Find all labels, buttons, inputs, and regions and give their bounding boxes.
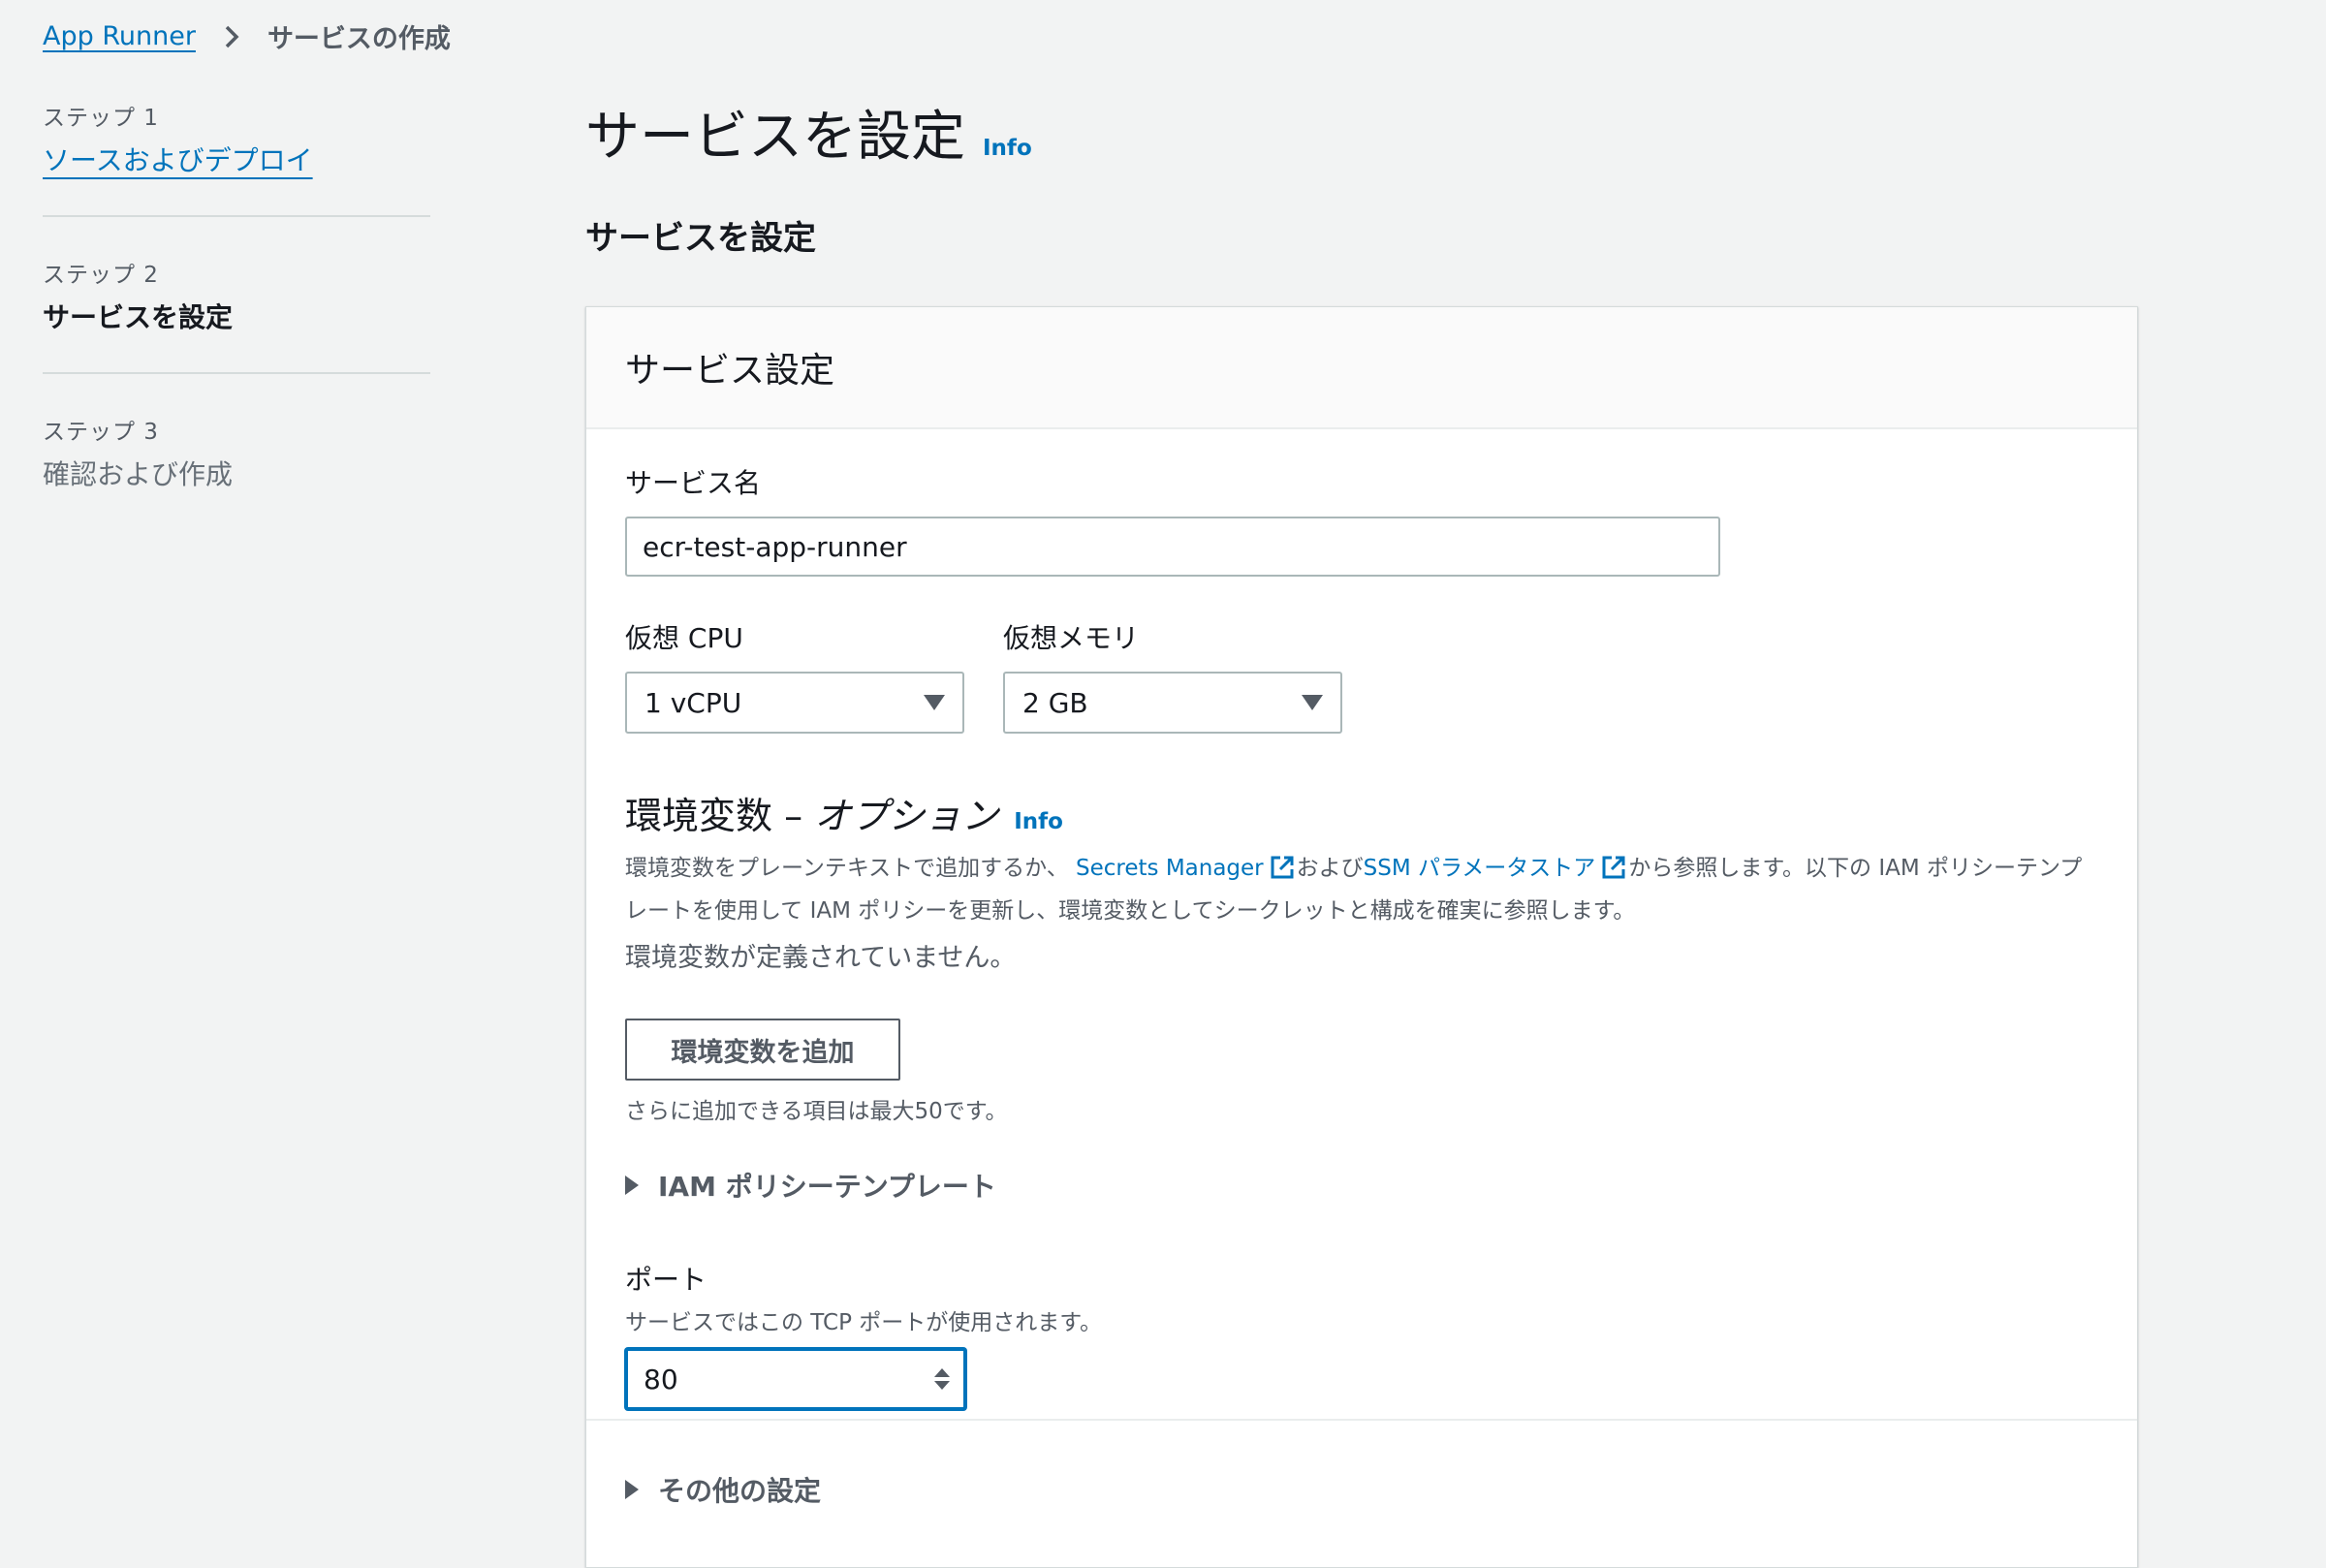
env-vars-limit-hint: さらに追加できる項目は最大50です。 bbox=[625, 1099, 1008, 1124]
env-vars-empty-text: 環境変数が定義されていません。 bbox=[625, 943, 1017, 973]
other-settings-expander[interactable]: その他の設定 bbox=[625, 1470, 821, 1509]
env-desc-text: 環境変数をプレーンテキストで追加するか、 bbox=[625, 856, 1069, 881]
spinner-down-icon[interactable] bbox=[934, 1381, 950, 1390]
iam-policy-template-label: IAM ポリシーテンプレート bbox=[658, 1171, 996, 1203]
step-3-disabled: 確認および作成 bbox=[43, 458, 234, 490]
cpu-select[interactable]: 1 vCPU bbox=[625, 672, 964, 734]
breadcrumb-current: サービスの作成 bbox=[267, 24, 451, 54]
service-name-input[interactable]: ecr-test-app-runner bbox=[625, 517, 1720, 577]
resource-row: 仮想 CPU 1 vCPU 仮想メモリ 2 GB bbox=[625, 617, 2098, 734]
panel-divider bbox=[586, 1419, 2137, 1421]
service-name-label: サービス名 bbox=[625, 467, 762, 499]
step-divider bbox=[43, 372, 430, 374]
wizard-step-3: ステップ 3 確認および作成 bbox=[43, 407, 430, 492]
step-label: ステップ 3 bbox=[43, 420, 159, 445]
wizard-step-1: ステップ 1 ソースおよびデプロイ bbox=[43, 93, 430, 178]
add-env-var-button[interactable]: 環境変数を追加 bbox=[625, 1019, 900, 1081]
page-title-text: サービスを設定 bbox=[585, 106, 965, 169]
env-desc-text: および bbox=[1296, 856, 1364, 881]
env-vars-title: 環境変数 bbox=[625, 795, 773, 837]
breadcrumb: App Runner サービスの作成 bbox=[43, 17, 451, 55]
wizard-step-2: ステップ 2 サービスを設定 bbox=[43, 250, 430, 335]
section-title: サービスを設定 bbox=[585, 219, 816, 258]
other-settings-label: その他の設定 bbox=[658, 1475, 822, 1507]
memory-select[interactable]: 2 GB bbox=[1003, 672, 1342, 734]
step-divider bbox=[43, 215, 430, 217]
iam-policy-template-expander[interactable]: IAM ポリシーテンプレート bbox=[625, 1166, 2098, 1205]
memory-label: 仮想メモリ bbox=[1003, 622, 1140, 654]
step-label: ステップ 2 bbox=[43, 263, 159, 288]
memory-field: 仮想メモリ 2 GB bbox=[1003, 617, 1342, 734]
external-link-icon bbox=[1271, 856, 1294, 879]
cpu-select-value: 1 vCPU bbox=[644, 686, 742, 719]
number-spinner[interactable] bbox=[934, 1368, 950, 1390]
step-2-current: サービスを設定 bbox=[43, 301, 234, 333]
service-settings-panel: サービス設定 サービス名 ecr-test-app-runner 仮想 CPU … bbox=[585, 306, 2138, 1568]
port-input-value: 80 bbox=[644, 1363, 678, 1396]
port-input[interactable]: 80 bbox=[625, 1348, 966, 1410]
spinner-up-icon[interactable] bbox=[934, 1368, 950, 1377]
memory-select-value: 2 GB bbox=[1022, 686, 1088, 719]
cpu-label: 仮想 CPU bbox=[625, 622, 743, 654]
cpu-field: 仮想 CPU 1 vCPU bbox=[625, 617, 964, 734]
secrets-manager-link[interactable]: Secrets Manager bbox=[1076, 856, 1264, 881]
caret-down-icon bbox=[924, 695, 945, 710]
env-vars-description: 環境変数をプレーンテキストで追加するか、 Secrets Manager およびS… bbox=[625, 847, 2098, 932]
ssm-parameter-store-link[interactable]: SSM パラメータストア bbox=[1364, 856, 1596, 881]
page-title: サービスを設定 Info bbox=[585, 93, 1032, 172]
env-vars-optional: オプション bbox=[814, 795, 999, 837]
env-vars-dash: – bbox=[772, 795, 815, 837]
panel-body: サービス名 ecr-test-app-runner 仮想 CPU 1 vCPU … bbox=[586, 429, 2137, 1410]
port-description: サービスではこの TCP ポートが使用されます。 bbox=[625, 1310, 1102, 1335]
caret-right-icon bbox=[625, 1176, 639, 1195]
caret-down-icon bbox=[1302, 695, 1323, 710]
port-label: ポート bbox=[625, 1264, 707, 1296]
caret-right-icon bbox=[625, 1480, 639, 1499]
wizard-steps: ステップ 1 ソースおよびデプロイ ステップ 2 サービスを設定 ステップ 3 … bbox=[43, 93, 430, 492]
step-1-link[interactable]: ソースおよびデプロイ bbox=[43, 140, 430, 178]
panel-header: サービス設定 bbox=[586, 307, 2137, 429]
external-link-icon bbox=[1602, 856, 1625, 879]
env-vars-heading: 環境変数 – オプション Info bbox=[625, 786, 2098, 839]
breadcrumb-app-runner-link[interactable]: App Runner bbox=[43, 21, 196, 51]
env-vars-info-link[interactable]: Info bbox=[1014, 809, 1063, 834]
step-label: ステップ 1 bbox=[43, 106, 159, 131]
chevron-right-icon bbox=[225, 25, 239, 47]
page-info-link[interactable]: Info bbox=[983, 136, 1032, 161]
